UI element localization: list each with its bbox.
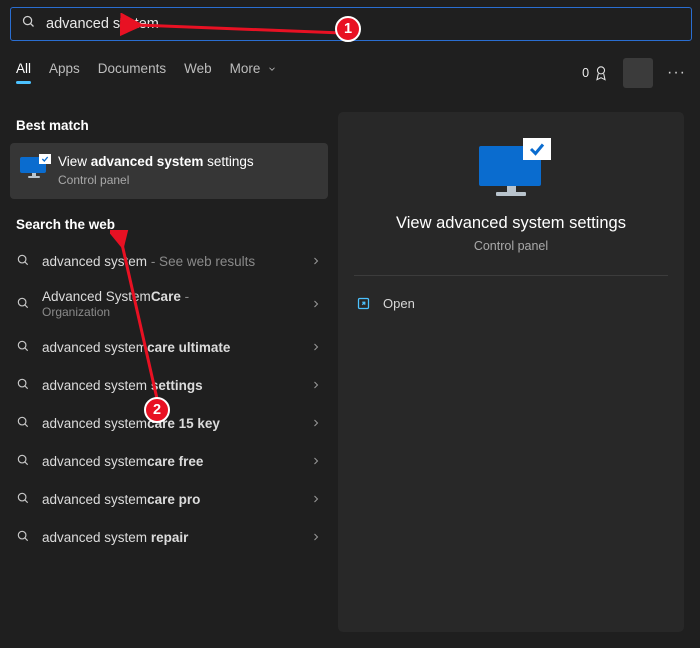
tab-more-label: More <box>230 61 261 76</box>
tab-documents[interactable]: Documents <box>98 61 166 84</box>
suggestion-label: advanced system - See web results <box>42 254 310 269</box>
search-icon <box>16 377 30 394</box>
search-icon <box>21 14 36 34</box>
chevron-right-icon <box>310 417 322 429</box>
suggestion-subtitle: Organization <box>42 305 310 319</box>
preview-pane: View advanced system settings Control pa… <box>338 112 684 632</box>
best-match-title: View advanced system settings <box>58 154 254 171</box>
chevron-down-icon <box>267 64 277 74</box>
search-icon <box>16 415 30 432</box>
section-best-match: Best match <box>16 118 328 133</box>
preview-subtitle: Control panel <box>338 239 684 253</box>
control-panel-icon <box>20 157 48 185</box>
web-suggestion[interactable]: advanced system settings <box>10 366 328 404</box>
best-match-item[interactable]: View advanced system settings Control pa… <box>10 143 328 199</box>
filter-bar: All Apps Documents Web More 0 ··· <box>10 55 690 90</box>
chevron-right-icon <box>310 493 322 505</box>
user-avatar[interactable] <box>623 58 653 88</box>
search-icon <box>16 253 30 270</box>
tab-all[interactable]: All <box>16 61 31 84</box>
open-action[interactable]: Open <box>338 288 684 319</box>
chevron-right-icon <box>310 255 322 267</box>
tab-more[interactable]: More <box>230 61 278 84</box>
search-icon <box>16 529 30 546</box>
chevron-right-icon <box>310 531 322 543</box>
chevron-right-icon <box>310 298 322 310</box>
rewards-count: 0 <box>582 66 589 80</box>
chevron-right-icon <box>310 379 322 391</box>
search-input[interactable] <box>46 16 681 32</box>
open-icon <box>356 296 371 311</box>
web-suggestion[interactable]: Advanced SystemCare -Organization <box>10 280 328 328</box>
overflow-menu[interactable]: ··· <box>667 64 686 82</box>
web-suggestion[interactable]: advanced systemcare ultimate <box>10 328 328 366</box>
suggestion-label: advanced systemcare free <box>42 454 310 469</box>
web-suggestion[interactable]: advanced systemcare pro <box>10 480 328 518</box>
tab-web[interactable]: Web <box>184 61 212 84</box>
search-icon <box>16 491 30 508</box>
suggestion-label: advanced systemcare 15 key <box>42 416 310 431</box>
web-suggestion[interactable]: advanced system - See web results <box>10 242 328 280</box>
rewards-indicator[interactable]: 0 <box>582 65 609 81</box>
search-bar[interactable] <box>10 7 692 41</box>
search-icon <box>16 453 30 470</box>
suggestion-label: advanced system settings <box>42 378 310 393</box>
preview-title: View advanced system settings <box>338 214 684 233</box>
section-search-web: Search the web <box>16 217 328 232</box>
open-label: Open <box>383 296 415 311</box>
best-match-subtitle: Control panel <box>58 173 254 188</box>
suggestion-label: advanced systemcare pro <box>42 492 310 507</box>
tab-apps[interactable]: Apps <box>49 61 80 84</box>
web-suggestion[interactable]: advanced systemcare 15 key <box>10 404 328 442</box>
rewards-icon <box>593 65 609 81</box>
suggestion-label: Advanced SystemCare - <box>42 289 310 305</box>
chevron-right-icon <box>310 341 322 353</box>
preview-separator <box>354 275 668 276</box>
web-suggestion[interactable]: advanced system repair <box>10 518 328 556</box>
search-icon <box>16 339 30 356</box>
suggestion-label: advanced system repair <box>42 530 310 545</box>
suggestion-label: advanced systemcare ultimate <box>42 340 310 355</box>
chevron-right-icon <box>310 455 322 467</box>
results-pane: Best match View advanced system settings… <box>10 100 328 642</box>
preview-icon <box>479 146 543 196</box>
web-suggestion[interactable]: advanced systemcare free <box>10 442 328 480</box>
search-icon <box>16 296 30 313</box>
